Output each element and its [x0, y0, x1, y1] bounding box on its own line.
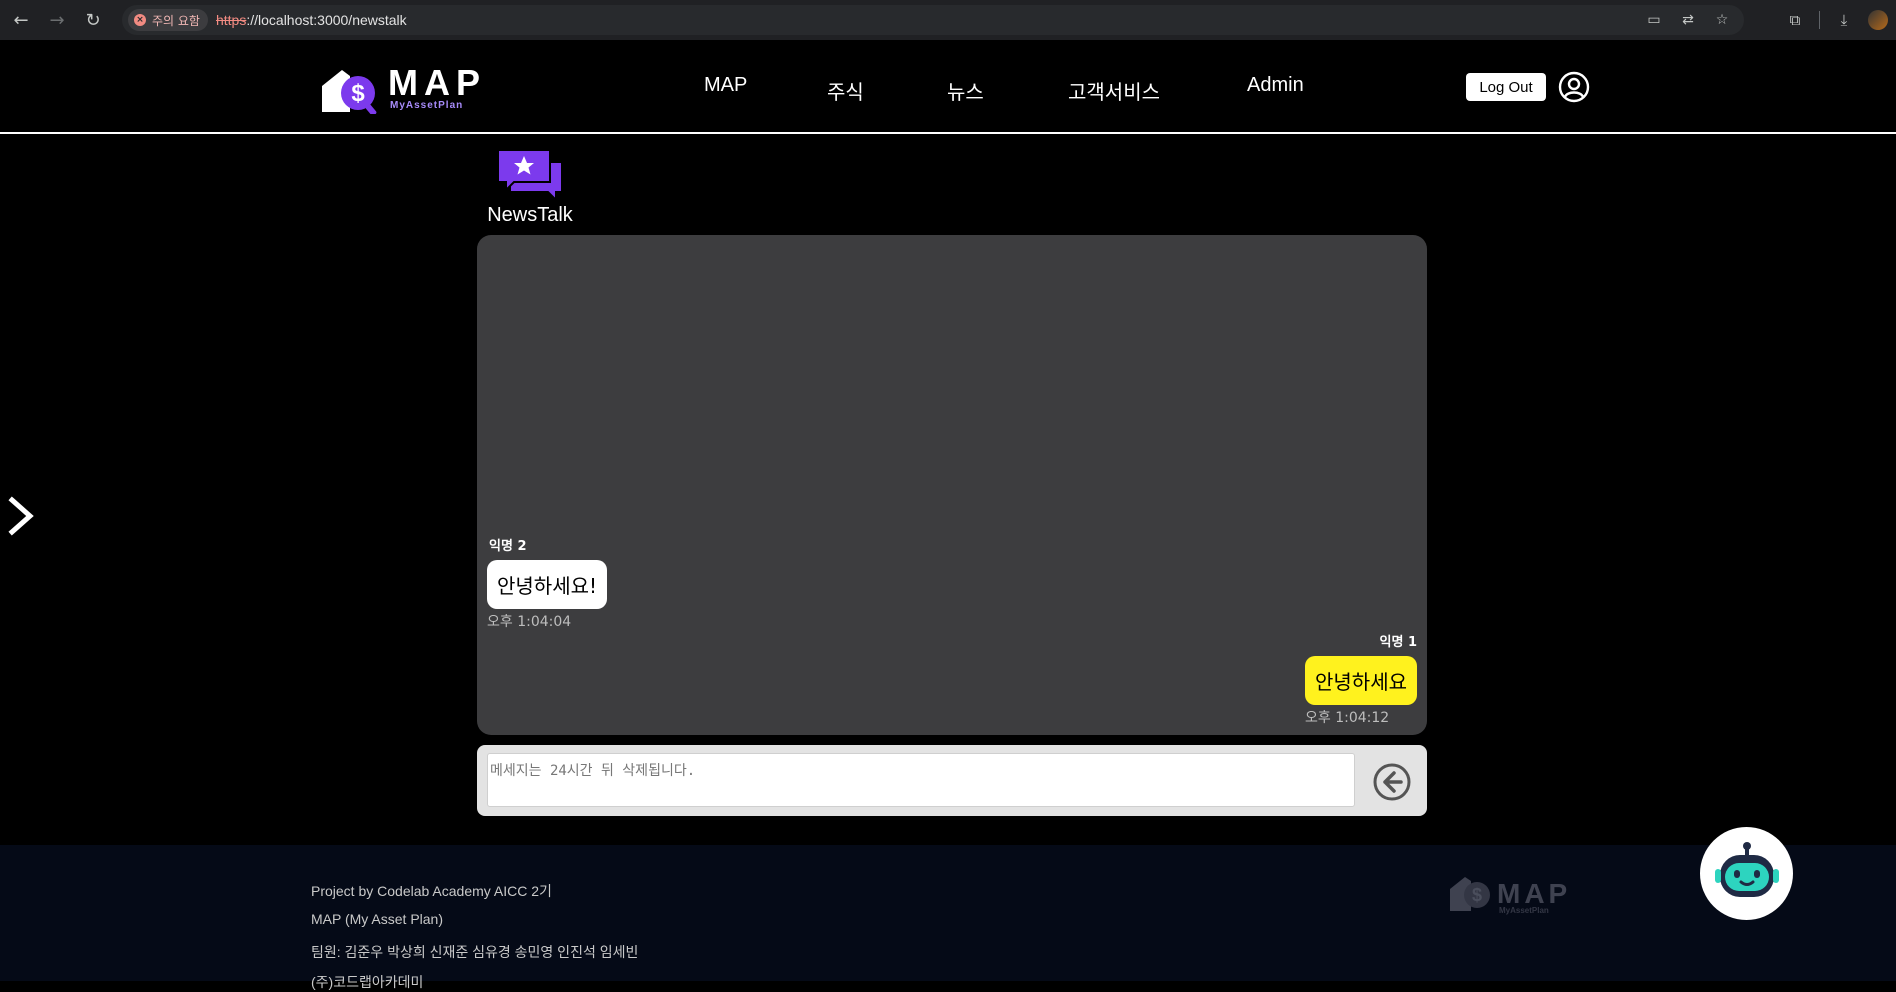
- nav-news[interactable]: 뉴스: [947, 76, 984, 105]
- arrow-left-circle-icon: [1373, 763, 1411, 801]
- security-label: 주의 요함: [152, 13, 200, 28]
- message-sender: 익명 1: [1379, 635, 1418, 650]
- install-app-icon[interactable]: ▭: [1644, 10, 1664, 30]
- site-header: $ MAP MyAssetPlan MAP 주식 뉴스 고객서비스 Admin …: [0, 40, 1896, 134]
- chatbot-button[interactable]: [1700, 827, 1793, 920]
- nav-customer-service[interactable]: 고객서비스: [1068, 76, 1160, 105]
- user-profile-icon[interactable]: [1558, 71, 1590, 103]
- message-sender: 익명 2: [489, 539, 527, 554]
- footer-logo: $ MAP MyAssetPlan: [1450, 877, 1571, 915]
- footer-company: (주)코드랩아카데미: [311, 974, 424, 990]
- newstalk-heading: NewsTalk: [480, 148, 580, 227]
- message-composer: [477, 745, 1427, 816]
- page-title: NewsTalk: [487, 204, 573, 226]
- message-input[interactable]: [487, 753, 1355, 807]
- message-bubble: 안녕하세요: [1305, 656, 1417, 705]
- warning-icon: ×: [134, 14, 146, 26]
- send-button[interactable]: [1372, 762, 1412, 802]
- robot-icon: [1714, 841, 1779, 897]
- chevron-right-icon[interactable]: [6, 494, 36, 538]
- translate-icon[interactable]: ⇄: [1678, 10, 1698, 30]
- chat-message-sent: 익명 1 안녕하세요 오후 1:04:12: [1305, 631, 1417, 727]
- message-bubble: 안녕하세요!: [487, 560, 608, 609]
- chat-message-panel[interactable]: 익명 2 안녕하세요! 오후 1:04:04 익명 1 안녕하세요 오후 1:0…: [477, 235, 1427, 735]
- message-time: 오후 1:04:12: [1305, 710, 1390, 726]
- address-bar[interactable]: × 주의 요함 https://localhost:3000/newstalk …: [122, 5, 1744, 35]
- url-text[interactable]: https://localhost:3000/newstalk: [216, 12, 407, 28]
- footer-service-name: MAP (My Asset Plan): [311, 911, 444, 927]
- browser-toolbar: ← → ↻ × 주의 요함 https://localhost:3000/new…: [0, 0, 1896, 40]
- svg-text:$: $: [1472, 885, 1482, 905]
- nav-admin[interactable]: Admin: [1247, 74, 1304, 97]
- extensions-icon[interactable]: ⧉: [1781, 5, 1809, 35]
- main-nav: MAP 주식 뉴스 고객서비스 Admin: [0, 40, 1896, 134]
- nav-stocks[interactable]: 주식: [827, 76, 864, 105]
- footer-team: 팀원: 김준우 박상희 신재준 심유경 송민영 인진석 임세빈: [311, 944, 639, 960]
- svg-text:MyAssetPlan: MyAssetPlan: [1499, 906, 1549, 915]
- toolbar-divider: [1819, 11, 1820, 29]
- site-footer: Project by Codelab Academy AICC 2기 MAP (…: [0, 845, 1896, 990]
- forward-icon[interactable]: →: [42, 5, 72, 35]
- svg-text:MAP: MAP: [1497, 878, 1571, 909]
- reload-icon[interactable]: ↻: [78, 5, 108, 35]
- back-icon[interactable]: ←: [6, 5, 36, 35]
- logout-button[interactable]: Log Out: [1466, 73, 1546, 101]
- chat-star-icon: [497, 149, 563, 202]
- nav-map[interactable]: MAP: [704, 74, 747, 97]
- security-warning-chip[interactable]: × 주의 요함: [128, 9, 208, 31]
- bookmark-star-icon[interactable]: ☆: [1712, 10, 1732, 30]
- profile-avatar-icon[interactable]: [1868, 10, 1888, 30]
- message-time: 오후 1:04:04: [487, 614, 572, 630]
- download-icon[interactable]: ⤓: [1830, 5, 1858, 35]
- chat-message-received: 익명 2 안녕하세요! 오후 1:04:04: [487, 535, 608, 631]
- footer-project: Project by Codelab Academy AICC 2기: [311, 883, 552, 899]
